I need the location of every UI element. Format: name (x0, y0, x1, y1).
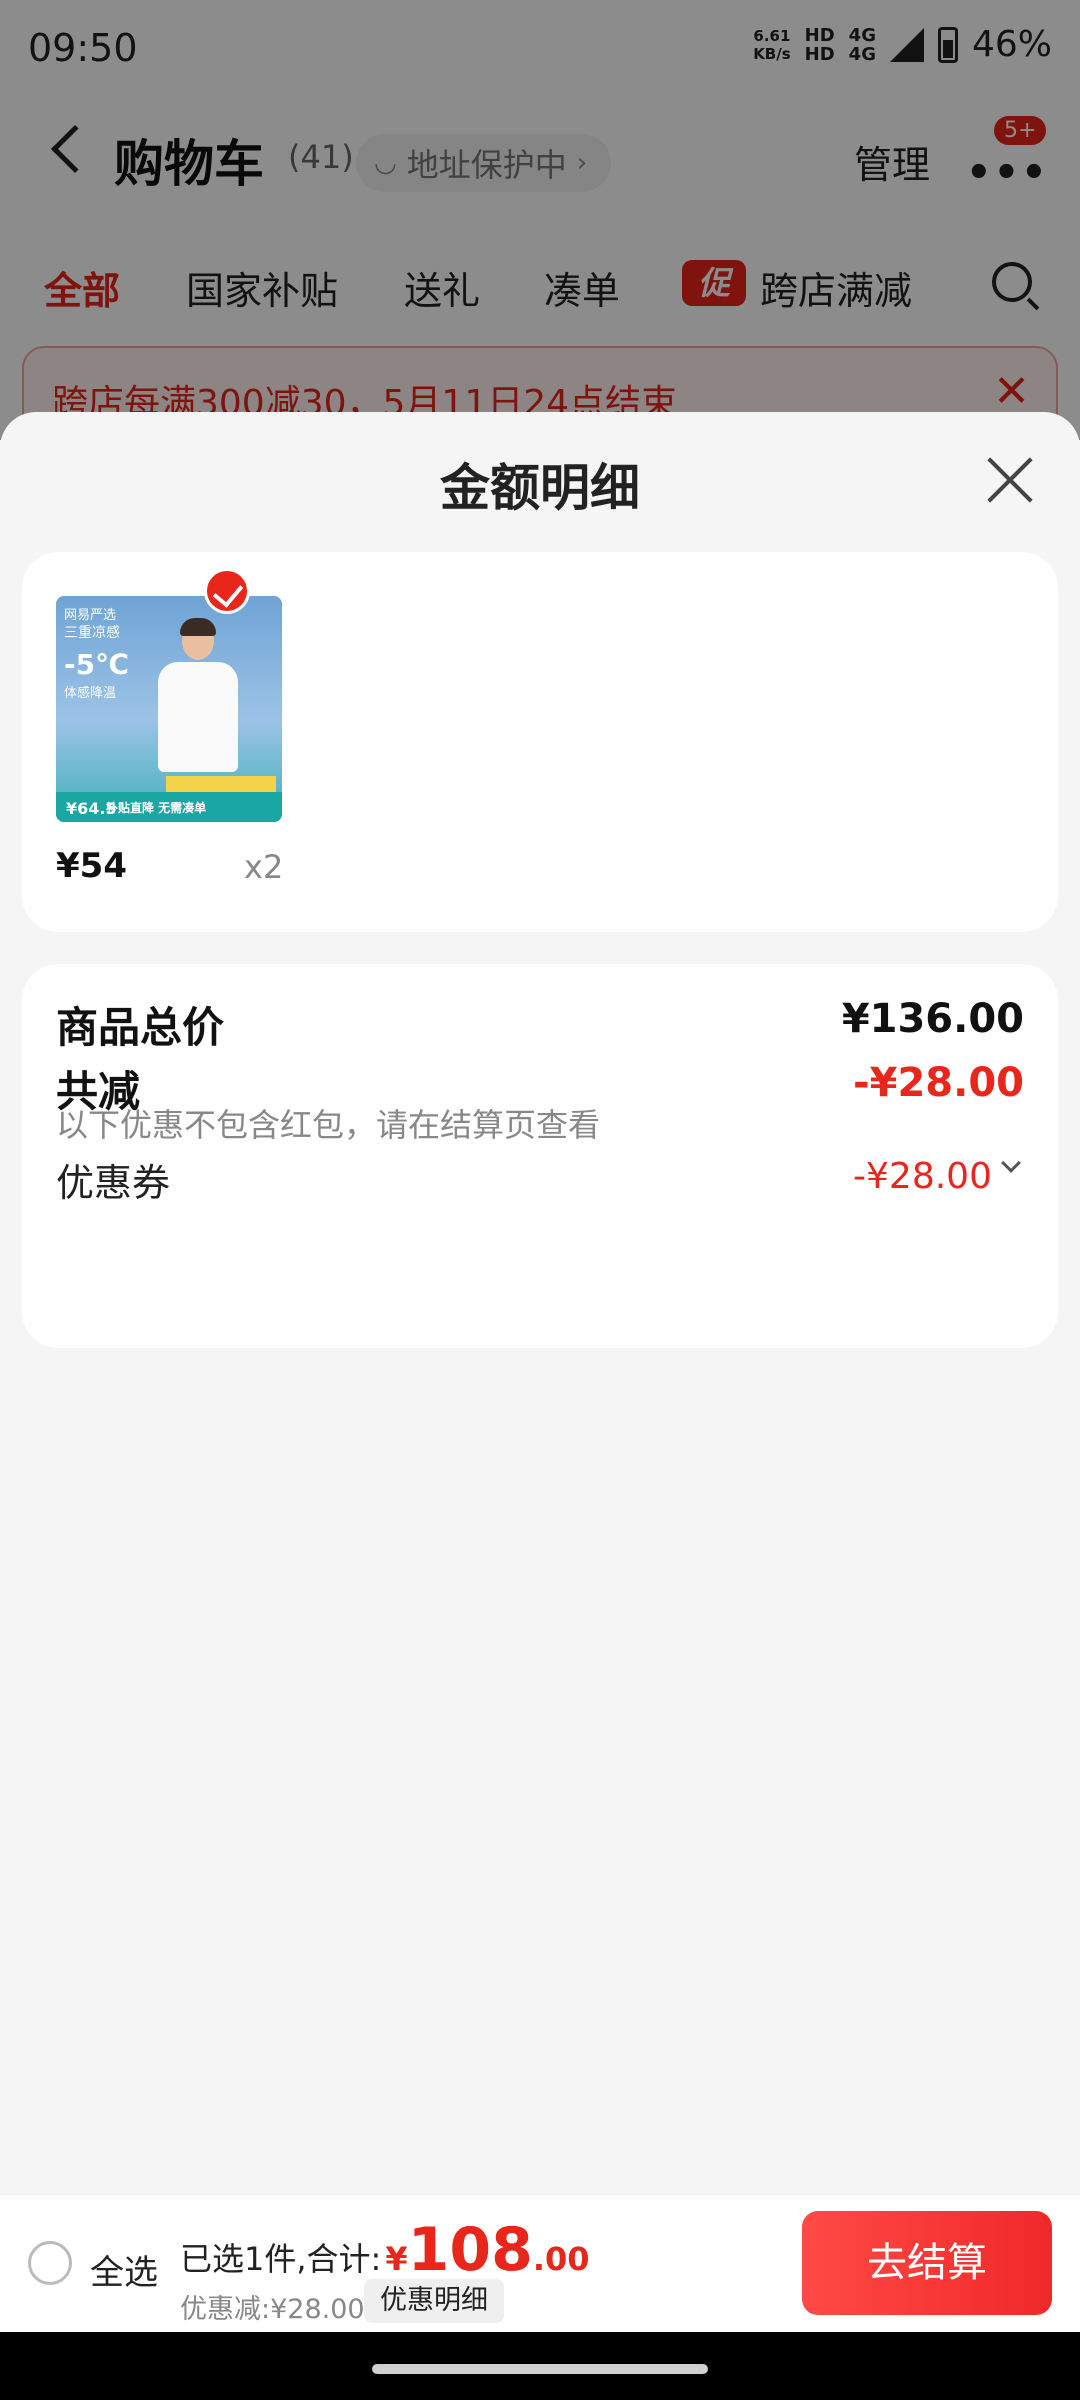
reduction-note: 以下优惠不包含红包，请在结算页查看 (56, 1106, 601, 1144)
discount-amount: 优惠减:¥28.00 (180, 2294, 365, 2325)
total-amount-integer: 108 (407, 2215, 533, 2285)
image-temp: -5℃ (64, 648, 130, 681)
total-amount-decimal: .00 (532, 2240, 590, 2278)
select-all-checkbox[interactable] (28, 2241, 72, 2285)
amount-detail-sheet: 金额明细 网易严选 三重凉感 -5℃ 体感降温 ¥64.5 补贴直降 无需凑单 … (0, 412, 1080, 2194)
checkout-bar: 全选 已选1件,合计: ¥ 108 .00 优惠减:¥28.00 优惠明细 去结… (0, 2194, 1080, 2332)
image-bottom-strip: ¥64.5 补贴直降 无需凑单 (56, 792, 282, 822)
coupon-label: 优惠券 (56, 1161, 171, 1205)
chevron-down-icon[interactable] (1001, 1153, 1021, 1173)
dim-overlay[interactable] (0, 0, 1080, 440)
product-quantity: x2 (244, 848, 284, 886)
check-icon (204, 568, 250, 614)
sheet-title: 金额明细 (440, 459, 640, 517)
total-reduction-value: -¥28.00 (853, 1060, 1024, 1106)
select-all-label[interactable]: 全选 (90, 2245, 158, 2294)
total-currency: ¥ (385, 2240, 408, 2278)
image-headline: 三重凉感 (64, 625, 120, 641)
discount-detail-button[interactable]: 优惠明细 (364, 2279, 504, 2323)
model-hair (180, 618, 216, 636)
product-price: ¥54 (56, 846, 127, 886)
checkout-button[interactable]: 去结算 (802, 2211, 1052, 2315)
total-price-value: ¥136.00 (841, 996, 1024, 1042)
coupon-value[interactable]: -¥28.00 (853, 1156, 992, 1197)
price-summary-card: 商品总价 ¥136.00 共减 -¥28.00 以下优惠不包含红包，请在结算页查… (22, 964, 1058, 1348)
selected-summary: 已选1件,合计: (180, 2240, 382, 2278)
model-shirt (158, 662, 238, 772)
image-subtitle: 体感降温 (64, 686, 117, 701)
selected-products-card: 网易严选 三重凉感 -5℃ 体感降温 ¥64.5 补贴直降 无需凑单 ¥54 x… (22, 552, 1058, 932)
image-date-strip (166, 776, 276, 792)
system-nav-bar (0, 2332, 1080, 2400)
product-thumbnail[interactable]: 网易严选 三重凉感 -5℃ 体感降温 ¥64.5 补贴直降 无需凑单 (56, 596, 282, 822)
home-indicator[interactable] (372, 2364, 708, 2374)
total-line: 已选1件,合计: ¥ 108 .00 (180, 2215, 590, 2285)
image-strip-text: 补贴直降 无需凑单 (106, 801, 207, 815)
total-price-label: 商品总价 (56, 1003, 225, 1052)
image-brand: 网易严选 (64, 608, 117, 623)
close-icon[interactable] (980, 452, 1036, 508)
